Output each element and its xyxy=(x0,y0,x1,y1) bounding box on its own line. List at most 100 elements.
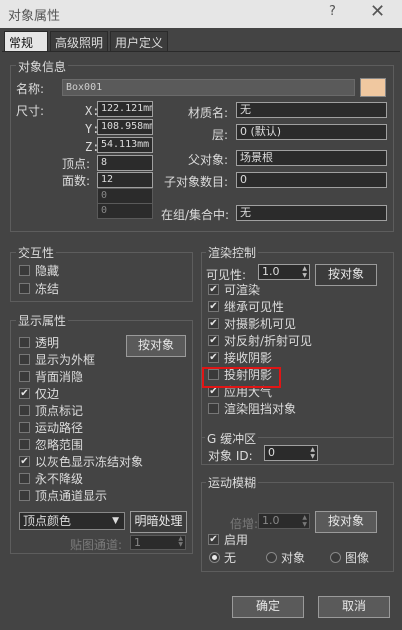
spinner-arrows-icon[interactable]: ▲ ▼ xyxy=(302,265,307,279)
tab-label: 用户定义 xyxy=(115,36,164,50)
render-option[interactable]: ✔ 可渲染 xyxy=(208,281,388,298)
render-control-title: 渲染控制 xyxy=(206,244,259,261)
layer-label: 层: xyxy=(212,128,229,142)
option-label: 渲染阻挡对象 xyxy=(224,402,297,416)
spinner-arrows-icon: ▲ ▼ xyxy=(302,514,307,528)
display-option[interactable]: ✔ 仅边 xyxy=(19,385,189,402)
option-label: 对摄影机可见 xyxy=(224,317,297,331)
map-channel-label: 贴图通道: xyxy=(70,538,123,552)
render-option[interactable]: ✔ 对摄影机可见 xyxy=(208,315,388,332)
window-title: 对象属性 xyxy=(8,9,61,24)
tab-label: 高级照明 xyxy=(55,36,104,50)
option-label: 运动路径 xyxy=(35,421,84,435)
render-option[interactable]: ✔ 继承可见性 xyxy=(208,298,388,315)
checkbox-box: ✔ xyxy=(208,334,219,346)
help-button[interactable]: ? xyxy=(329,4,336,19)
display-option[interactable]: 运动路径 xyxy=(19,419,189,436)
option-label: 接收阴影 xyxy=(224,351,273,365)
checkbox-box xyxy=(19,265,30,276)
multiplier-spinner: 1.0 ▲ ▼ xyxy=(258,513,310,529)
object-id-value: 0 xyxy=(268,446,275,459)
option-label: 可渲染 xyxy=(224,283,261,297)
faces-label: 面数: xyxy=(62,174,91,188)
size-y-field[interactable]: 108.958mm xyxy=(97,119,153,135)
object-id-spinner[interactable]: 0 ▲ ▼ xyxy=(264,445,318,461)
gbuffer-title: G 缓冲区 xyxy=(205,430,259,447)
spinner-arrows-icon[interactable]: ▲ ▼ xyxy=(310,446,315,460)
enable-motion-blur-checkbox[interactable]: ✔ 启用 xyxy=(208,531,248,548)
group-membership-field: 无 xyxy=(236,205,387,221)
enable-label: 启用 xyxy=(224,533,249,547)
checkbox-box: ✔ xyxy=(208,300,219,312)
radio-none[interactable]: 无 xyxy=(209,549,236,566)
checkbox-box xyxy=(19,490,30,501)
extra-count-field-1: 0 xyxy=(97,188,153,204)
chevron-down-icon: ▼ xyxy=(112,516,119,526)
display-properties-title: 显示属性 xyxy=(16,312,69,329)
faces-field: 12 xyxy=(97,172,153,188)
radio-label: 图像 xyxy=(345,551,370,565)
tab-advanced-lighting[interactable]: 高级照明 xyxy=(50,31,108,51)
visibility-value: 1.0 xyxy=(262,265,280,278)
object-name-input[interactable]: Box001 xyxy=(62,79,355,96)
close-icon[interactable]: ✕ xyxy=(370,1,385,22)
visibility-spinner[interactable]: 1.0 ▲ ▼ xyxy=(258,264,310,280)
dropdown-value: 顶点颜色 xyxy=(23,514,72,528)
hide-checkbox[interactable]: 隐藏 xyxy=(19,262,59,279)
object-info-title: 对象信息 xyxy=(16,58,69,75)
checkbox-box xyxy=(19,371,30,382)
radio-label: 无 xyxy=(224,551,237,565)
display-option[interactable]: 顶点标记 xyxy=(19,402,189,419)
children-label: 子对象数目: xyxy=(164,175,229,189)
display-option[interactable]: 顶点通道显示 xyxy=(19,487,189,504)
tab-general[interactable]: 常规 xyxy=(4,31,48,51)
material-field: 无 xyxy=(236,102,387,118)
multiplier-value: 1.0 xyxy=(262,514,280,527)
vertices-label: 顶点: xyxy=(62,157,91,171)
radio-object[interactable]: 对象 xyxy=(266,549,305,566)
cancel-button[interactable]: 取消 xyxy=(318,596,390,618)
map-channel-value: 1 xyxy=(134,536,141,549)
children-count-field: 0 xyxy=(236,172,387,188)
display-option[interactable]: 显示为外框 xyxy=(19,351,189,368)
display-option[interactable]: 忽略范围 xyxy=(19,436,189,453)
motion-blur-by-object-button[interactable]: 按对象 xyxy=(315,511,377,533)
checkbox-box xyxy=(19,354,30,365)
object-id-label: 对象 ID: xyxy=(208,449,253,463)
checkbox-box xyxy=(208,403,219,414)
render-option[interactable]: 渲染阻挡对象 xyxy=(208,400,388,417)
size-z-field[interactable]: 54.113mm xyxy=(97,137,153,153)
display-option[interactable]: 永不降级 xyxy=(19,470,189,487)
shaded-button[interactable]: 明暗处理 xyxy=(130,511,187,533)
ok-button[interactable]: 确定 xyxy=(232,596,304,618)
freeze-checkbox[interactable]: 冻结 xyxy=(19,280,59,297)
checkbox-box: ✔ xyxy=(208,317,219,329)
checkbox-box: ✔ xyxy=(19,455,30,467)
checkbox-box: ✔ xyxy=(208,283,219,295)
size-x-field[interactable]: 122.121mm xyxy=(97,101,153,117)
option-label: 顶点通道显示 xyxy=(35,489,108,503)
checkbox-box xyxy=(19,422,30,433)
tab-label: 常规 xyxy=(9,36,34,50)
checkbox-box xyxy=(19,337,30,348)
vertex-color-dropdown[interactable]: 顶点颜色 ▼ xyxy=(19,512,125,530)
checkbox-box xyxy=(19,439,30,450)
radio-image[interactable]: 图像 xyxy=(330,549,369,566)
size-label: 尺寸: xyxy=(16,104,45,118)
tab-user-defined[interactable]: 用户定义 xyxy=(110,31,168,51)
display-options-list: 透明 显示为外框 背面消隐 ✔ 仅边 顶点标记 运动路径 忽略范围 ✔ 以灰色显示冻… xyxy=(19,334,189,504)
spinner-arrows-icon: ▲ ▼ xyxy=(178,535,183,548)
name-label: 名称: xyxy=(16,82,45,96)
radio-dot xyxy=(266,552,277,563)
display-option[interactable]: 透明 xyxy=(19,334,189,351)
render-option[interactable]: ✔ 接收阴影 xyxy=(208,349,388,366)
parent-label: 父对象: xyxy=(188,153,229,167)
display-option[interactable]: ✔ 以灰色显示冻结对象 xyxy=(19,453,189,470)
radio-dot xyxy=(330,552,341,563)
interaction-title: 交互性 xyxy=(16,244,57,261)
group-membership-label: 在组/集合中: xyxy=(161,208,230,222)
checkbox-box: ✔ xyxy=(208,351,219,363)
display-option[interactable]: 背面消隐 xyxy=(19,368,189,385)
render-option[interactable]: ✔ 对反射/折射可见 xyxy=(208,332,388,349)
object-color-swatch[interactable] xyxy=(360,78,386,97)
